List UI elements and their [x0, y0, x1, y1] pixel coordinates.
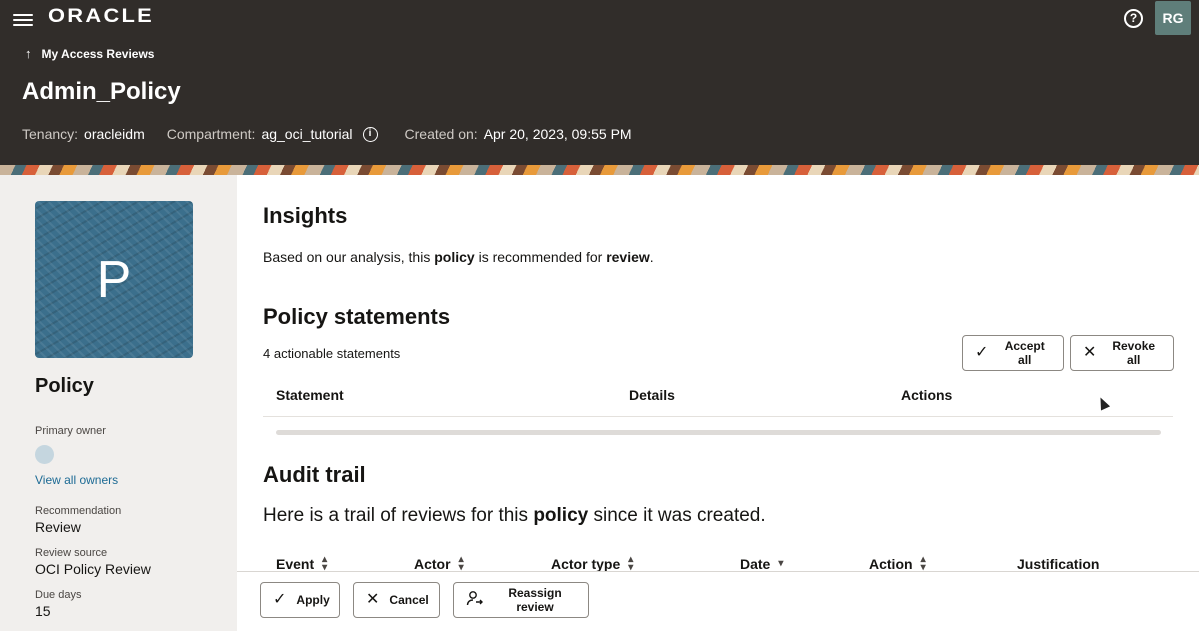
table-divider: [263, 416, 1173, 417]
owner-avatar[interactable]: [35, 445, 54, 464]
column-header-justification[interactable]: Justification: [1017, 556, 1099, 572]
insights-text: Based on our analysis, this policy is re…: [263, 249, 654, 265]
policy-statements-heading: Policy statements: [263, 304, 451, 329]
policy-type-title: Policy: [35, 375, 94, 397]
created-value: Apr 20, 2023, 09:55 PM: [483, 126, 632, 142]
column-header-details[interactable]: Details: [629, 387, 675, 403]
audit-text-part: Here is a trail of reviews for this: [263, 505, 534, 526]
insights-heading: Insights: [263, 203, 348, 228]
audit-text-bold: policy: [533, 505, 589, 526]
decorative-banner: [0, 165, 1199, 175]
sort-icon: ▴ ▾: [458, 554, 464, 573]
recommendation-value: Review: [35, 519, 81, 535]
cancel-label: Cancel: [389, 593, 429, 607]
back-link-label: My Access Reviews: [41, 46, 155, 61]
review-source-label: Review source: [35, 547, 108, 559]
recommendation-label: Recommendation: [35, 505, 122, 517]
arrow-up-icon: ↑: [25, 46, 32, 61]
tenancy-label: Tenancy:: [22, 126, 79, 142]
footer-action-bar: ✓ Apply ✕ Cancel Reassign review: [237, 571, 1199, 631]
created-label: Created on:: [404, 126, 478, 142]
audit-text-part: since it was created.: [588, 505, 766, 526]
column-header-date[interactable]: Date ▾: [740, 556, 783, 572]
horizontal-scrollbar[interactable]: [276, 430, 1161, 435]
column-header-actor-type-label: Actor type: [551, 556, 621, 572]
view-all-owners-link[interactable]: View all owners: [35, 473, 118, 487]
audit-trail-heading: Audit trail: [263, 462, 366, 487]
hamburger-icon[interactable]: [13, 11, 33, 27]
close-icon: ✕: [366, 591, 380, 608]
page-title: Admin_Policy: [22, 78, 181, 105]
revoke-all-label: Revoke all: [1112, 339, 1156, 367]
accept-all-button[interactable]: ✓ Accept all: [962, 335, 1064, 371]
page-header: ORACLE ? RG ↑ My Access Reviews Admin_Po…: [0, 0, 1199, 165]
review-source-value: OCI Policy Review: [35, 561, 151, 577]
revoke-all-button[interactable]: ✕ Revoke all: [1070, 335, 1174, 371]
close-icon: ✕: [1083, 344, 1097, 361]
sort-icon: ▴ ▾: [322, 554, 328, 573]
column-header-actor[interactable]: Actor ▴ ▾: [414, 554, 464, 573]
policy-avatar-tile: P: [35, 201, 193, 358]
reassign-review-button[interactable]: Reassign review: [453, 582, 589, 618]
check-icon: ✓: [273, 591, 287, 608]
user-avatar[interactable]: RG: [1155, 1, 1191, 35]
sort-icon: ▴ ▾: [920, 554, 926, 573]
apply-button[interactable]: ✓ Apply: [260, 582, 340, 618]
column-header-date-label: Date: [740, 556, 771, 572]
column-header-statement[interactable]: Statement: [276, 387, 344, 403]
compartment-label: Compartment:: [166, 126, 256, 142]
column-header-actor-type[interactable]: Actor type ▴ ▾: [551, 554, 634, 573]
help-icon[interactable]: ?: [1124, 9, 1143, 28]
insights-text-bold: review: [606, 249, 650, 265]
policy-summary-panel: P Policy Primary owner View all owners R…: [0, 175, 237, 631]
column-header-actor-label: Actor: [414, 556, 451, 572]
compartment-value: ag_oci_tutorial: [261, 126, 353, 142]
column-header-actions[interactable]: Actions: [901, 387, 952, 403]
tenancy-value: oracleidm: [84, 126, 145, 142]
primary-owner-label: Primary owner: [35, 425, 106, 437]
back-link[interactable]: ↑ My Access Reviews: [25, 46, 154, 61]
column-header-justification-label: Justification: [1017, 556, 1100, 572]
accept-all-label: Accept all: [1004, 339, 1045, 367]
sort-icon: ▴ ▾: [628, 554, 634, 573]
insights-text-bold: policy: [434, 249, 475, 265]
insights-text-part: .: [649, 249, 654, 265]
person-arrow-icon: [466, 590, 484, 610]
statements-count: 4 actionable statements: [263, 346, 401, 361]
main-content: Insights Based on our analysis, this pol…: [237, 175, 1199, 631]
oracle-logo[interactable]: ORACLE: [48, 6, 154, 28]
audit-trail-text: Here is a trail of reviews for this poli…: [263, 505, 766, 527]
policy-tile-letter: P: [96, 250, 132, 309]
check-icon: ✓: [975, 344, 989, 361]
policy-meta: Tenancy: oracleidm Compartment: ag_oci_t…: [22, 126, 654, 142]
column-header-action-label: Action: [869, 556, 913, 572]
column-header-action[interactable]: Action ▴ ▾: [869, 554, 926, 573]
column-header-event-label: Event: [276, 556, 315, 572]
insights-text-part: Based on our analysis, this: [263, 249, 435, 265]
apply-label: Apply: [296, 593, 330, 607]
reassign-review-label: Reassign review: [508, 586, 562, 614]
info-icon[interactable]: i: [362, 126, 378, 142]
insights-text-part: is recommended for: [474, 249, 607, 265]
due-days-label: Due days: [35, 589, 82, 601]
due-days-value: 15: [35, 603, 51, 619]
column-header-event[interactable]: Event ▴ ▾: [276, 554, 328, 573]
cancel-button[interactable]: ✕ Cancel: [353, 582, 440, 618]
sort-descending-icon: ▾: [778, 558, 784, 569]
